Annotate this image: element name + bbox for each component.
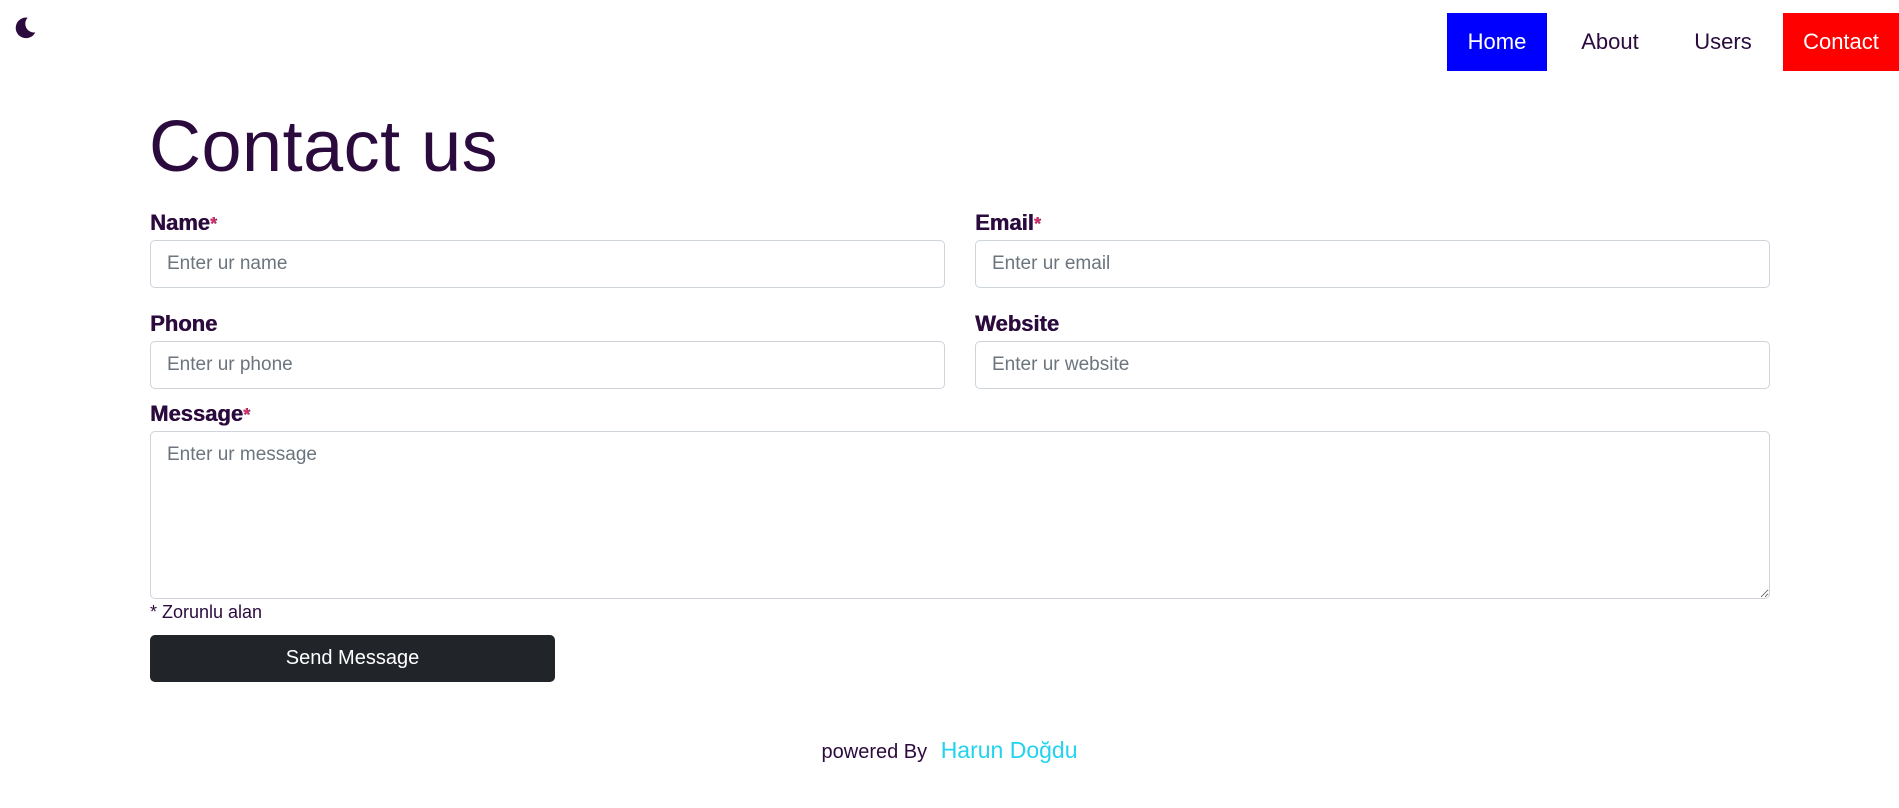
required-mark: *: [242, 405, 250, 425]
phone-label: Phone: [150, 311, 217, 337]
message-label: Message*: [150, 401, 250, 427]
website-label: Website: [975, 311, 1059, 337]
nav-contact-link[interactable]: Contact: [1783, 13, 1899, 71]
author-link[interactable]: Harun Doğdu: [941, 737, 1078, 763]
nav-home-link[interactable]: Home: [1447, 13, 1547, 71]
message-label-text: Message: [150, 401, 243, 426]
nav-users-link[interactable]: Users: [1673, 13, 1773, 71]
name-label: Name*: [150, 210, 217, 236]
name-input[interactable]: [150, 240, 945, 288]
moon-icon: [15, 17, 36, 39]
navbar: Home About Users Contact: [1447, 13, 1899, 71]
footer: powered By Harun Doğdu: [0, 737, 1899, 764]
footer-text: powered By: [821, 741, 928, 763]
page-title: Contact us: [149, 107, 499, 187]
email-label: Email*: [975, 210, 1041, 236]
email-label-text: Email: [975, 210, 1034, 235]
send-message-button[interactable]: Send Message: [150, 635, 555, 682]
website-input[interactable]: [975, 341, 1770, 389]
email-input[interactable]: [975, 240, 1770, 288]
nav-about-link[interactable]: About: [1547, 13, 1673, 71]
website-label-text: Website: [975, 311, 1059, 336]
theme-toggle[interactable]: [12, 15, 38, 41]
phone-label-text: Phone: [150, 311, 218, 336]
required-field-note: * Zorunlu alan: [150, 602, 263, 622]
name-label-text: Name: [150, 210, 210, 235]
message-textarea[interactable]: [150, 431, 1770, 599]
required-mark: *: [1033, 214, 1041, 234]
phone-input[interactable]: [150, 341, 945, 389]
required-mark: *: [209, 214, 217, 234]
